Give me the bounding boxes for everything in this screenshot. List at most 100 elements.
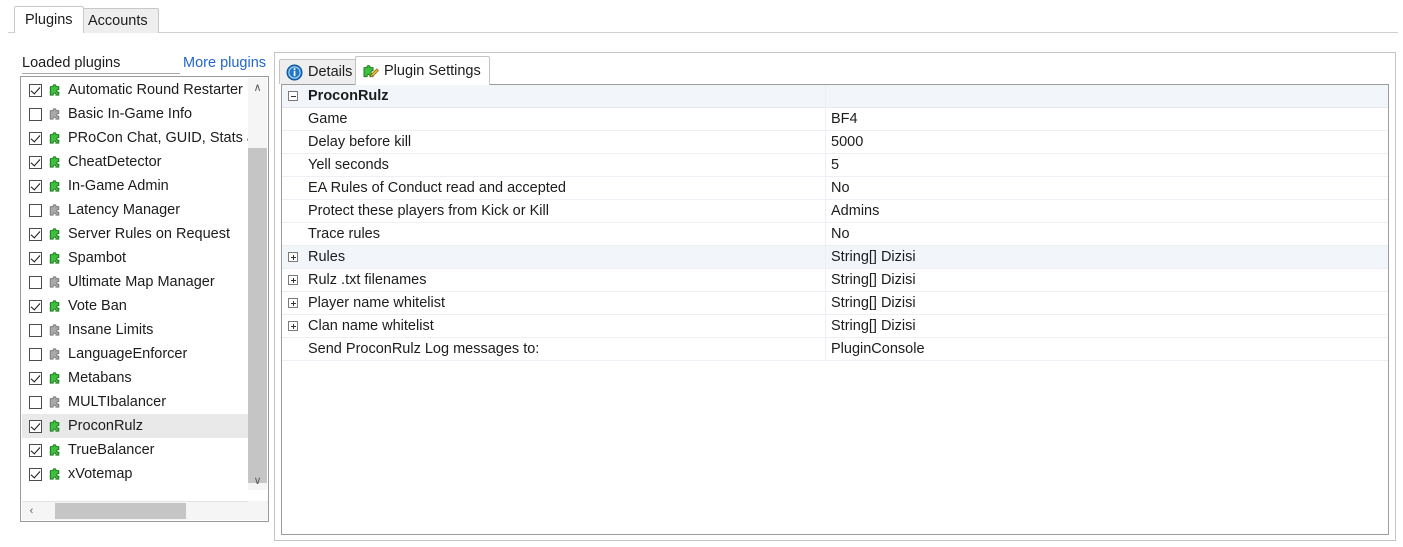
plugin-enable-checkbox[interactable]	[29, 443, 42, 457]
scroll-left-icon[interactable]: ‹	[22, 502, 41, 520]
settings-row[interactable]: Player name whitelist String[] Dizisi	[282, 292, 1388, 315]
collapse-icon[interactable]	[288, 91, 298, 101]
puzzle-piece-icon	[48, 298, 64, 314]
expand-icon[interactable]	[288, 298, 298, 308]
plugin-list-item-label: Server Rules on Request	[68, 226, 230, 242]
settings-row-value[interactable]: String[] Dizisi	[831, 294, 916, 313]
puzzle-piece-icon	[48, 154, 64, 170]
plugin-list-item[interactable]: Server Rules on Request	[22, 222, 250, 246]
tab-details[interactable]: Details	[279, 59, 362, 84]
scroll-down-icon[interactable]: ∨	[248, 471, 267, 490]
plugin-enable-checkbox[interactable]	[29, 419, 42, 433]
settings-row[interactable]: EA Rules of Conduct read and accepted No	[282, 177, 1388, 200]
plugin-enable-checkbox[interactable]	[29, 467, 42, 481]
plugin-list-item[interactable]: Latency Manager	[22, 198, 250, 222]
scroll-up-icon[interactable]: ∧	[248, 78, 267, 97]
plugin-list-vertical-scrollbar[interactable]: ∧ ∨	[248, 78, 267, 490]
plugin-enable-checkbox[interactable]	[29, 107, 42, 121]
puzzle-piece-icon	[48, 322, 64, 338]
settings-column-divider	[825, 223, 826, 246]
plugin-list-item[interactable]: CheatDetector	[22, 150, 250, 174]
settings-column-divider	[825, 338, 826, 361]
plugin-list-item[interactable]: PRoCon Chat, GUID, Stats a	[22, 126, 250, 150]
plugin-list-item[interactable]: Basic In-Game Info	[22, 102, 250, 126]
settings-row[interactable]: Delay before kill 5000	[282, 131, 1388, 154]
settings-row-value[interactable]: No	[831, 225, 850, 244]
settings-row-value[interactable]: String[] Dizisi	[831, 317, 916, 336]
vertical-scroll-thumb[interactable]	[248, 148, 267, 483]
plugin-enable-checkbox[interactable]	[29, 251, 42, 265]
puzzle-piece-icon	[48, 226, 64, 242]
settings-row[interactable]: Trace rules No	[282, 223, 1388, 246]
plugin-list-item[interactable]: Spambot	[22, 246, 250, 270]
plugin-enable-checkbox[interactable]	[29, 371, 42, 385]
settings-row[interactable]: Clan name whitelist String[] Dizisi	[282, 315, 1388, 338]
plugin-enable-checkbox[interactable]	[29, 299, 42, 313]
puzzle-piece-icon	[48, 370, 64, 386]
plugin-list-item[interactable]: ProconRulz	[22, 414, 250, 438]
plugin-list-item[interactable]: TrueBalancer	[22, 438, 250, 462]
settings-row-name: Rules	[308, 249, 346, 265]
plugin-list-item-label: ProconRulz	[68, 418, 143, 434]
expand-icon[interactable]	[288, 275, 298, 285]
plugin-list-item[interactable]: MULTIbalancer	[22, 390, 250, 414]
plugin-enable-checkbox[interactable]	[29, 227, 42, 241]
settings-row[interactable]: Protect these players from Kick or Kill A…	[282, 200, 1388, 223]
plugin-list-item[interactable]: Automatic Round Restarter	[22, 78, 250, 102]
puzzle-piece-icon	[48, 274, 64, 290]
tab-plugin-settings[interactable]: Plugin Settings	[355, 56, 490, 85]
horizontal-scroll-thumb[interactable]	[55, 503, 186, 519]
plugin-list-item-label: LanguageEnforcer	[68, 346, 188, 362]
settings-row-name: Player name whitelist	[308, 295, 445, 311]
plugin-list-item[interactable]: Ultimate Map Manager	[22, 270, 250, 294]
plugin-enable-checkbox[interactable]	[29, 275, 42, 289]
settings-group-header-row[interactable]: ProconRulz	[282, 85, 1388, 108]
plugin-list-item[interactable]: LanguageEnforcer	[22, 342, 250, 366]
settings-row-value[interactable]: 5	[831, 156, 839, 175]
settings-row-name: ProconRulz	[308, 88, 389, 104]
settings-row-name: Yell seconds	[308, 157, 389, 173]
settings-row[interactable]: Game BF4	[282, 108, 1388, 131]
settings-row-name: Game	[308, 111, 348, 127]
settings-row[interactable]: Rulz .txt filenames String[] Dizisi	[282, 269, 1388, 292]
plugin-list-horizontal-scrollbar[interactable]: ‹ ›	[22, 501, 268, 520]
plugin-list-item[interactable]: xVotemap	[22, 462, 250, 486]
settings-row[interactable]: Rules String[] Dizisi	[282, 246, 1388, 269]
settings-row[interactable]: Send ProconRulz Log messages to: PluginCo…	[282, 338, 1388, 361]
expand-icon[interactable]	[288, 252, 298, 262]
plugin-enable-checkbox[interactable]	[29, 203, 42, 217]
plugin-enable-checkbox[interactable]	[29, 179, 42, 193]
settings-row-value[interactable]: 5000	[831, 133, 863, 152]
expand-icon[interactable]	[288, 321, 298, 331]
settings-column-divider	[825, 246, 826, 269]
puzzle-piece-icon	[48, 250, 64, 266]
plugin-enable-checkbox[interactable]	[29, 83, 42, 97]
settings-row[interactable]: Yell seconds 5	[282, 154, 1388, 177]
settings-column-divider	[825, 177, 826, 200]
plugin-enable-checkbox[interactable]	[29, 347, 42, 361]
settings-row-name: Trace rules	[308, 226, 380, 242]
settings-row-value[interactable]: Admins	[831, 202, 879, 221]
settings-row-value[interactable]: String[] Dizisi	[831, 271, 916, 290]
plugin-enable-checkbox[interactable]	[29, 323, 42, 337]
plugin-list[interactable]: Automatic Round Restarter Basic In-Game I…	[22, 78, 250, 490]
tab-plugins[interactable]: Plugins	[14, 6, 84, 33]
tab-accounts[interactable]: Accounts	[77, 8, 159, 33]
settings-row-name: Rulz .txt filenames	[308, 272, 427, 288]
plugin-list-item-label: TrueBalancer	[68, 442, 155, 458]
plugin-list-item[interactable]: Metabans	[22, 366, 250, 390]
plugin-list-item[interactable]: Insane Limits	[22, 318, 250, 342]
plugin-list-item[interactable]: In-Game Admin	[22, 174, 250, 198]
more-plugins-link[interactable]: More plugins	[183, 55, 266, 71]
plugin-settings-grid[interactable]: ProconRulz Game BF4 Delay before kill 5000 Ye…	[281, 84, 1389, 535]
puzzle-piece-icon	[48, 106, 64, 122]
settings-row-value[interactable]: String[] Dizisi	[831, 248, 916, 267]
plugin-list-item[interactable]: Vote Ban	[22, 294, 250, 318]
plugin-enable-checkbox[interactable]	[29, 131, 42, 145]
puzzle-piece-icon	[48, 346, 64, 362]
plugin-enable-checkbox[interactable]	[29, 395, 42, 409]
settings-row-value[interactable]: PluginConsole	[831, 340, 925, 359]
settings-row-value[interactable]: No	[831, 179, 850, 198]
settings-row-value[interactable]: BF4	[831, 110, 858, 129]
plugin-enable-checkbox[interactable]	[29, 155, 42, 169]
